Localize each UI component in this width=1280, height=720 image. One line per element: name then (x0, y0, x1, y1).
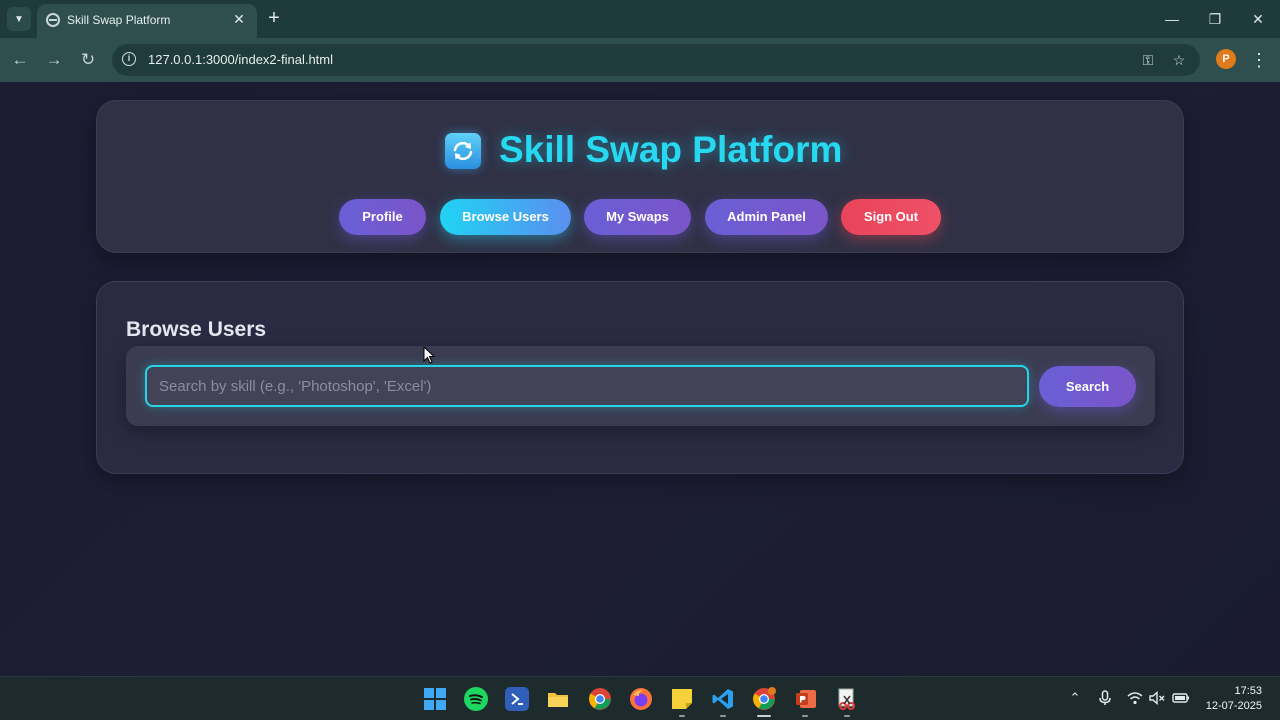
browser-menu-icon[interactable]: ⋮ (1250, 47, 1268, 73)
nav-my-swaps-button[interactable]: My Swaps (584, 199, 691, 235)
spotify-icon[interactable] (464, 687, 488, 711)
section-title: Browse Users (126, 318, 267, 341)
restore-icon[interactable]: ❐ (1201, 6, 1229, 32)
vscode-icon[interactable] (711, 687, 735, 711)
tab-title: Skill Swap Platform (67, 13, 171, 27)
running-app-indicator (802, 715, 808, 717)
address-bar[interactable]: i 127.0.0.1:3000/index2-final.html ⚿ ☆ (112, 44, 1200, 76)
microphone-icon[interactable] (1096, 689, 1114, 707)
taskbar-clock-time[interactable]: 17:53 (1180, 685, 1262, 697)
reload-icon[interactable]: ↻ (75, 47, 101, 73)
close-tab-icon[interactable]: ✕ (229, 9, 249, 29)
nav-browse-users-button[interactable]: Browse Users (440, 199, 571, 235)
close-window-icon[interactable]: ✕ (1244, 6, 1272, 32)
firefox-icon[interactable] (629, 687, 653, 711)
forward-arrow-icon[interactable]: → (41, 47, 67, 73)
powerpoint-icon[interactable] (794, 687, 818, 711)
show-hidden-icons-chevron-icon[interactable]: ⌃ (1066, 689, 1084, 707)
windows-start-icon[interactable] (423, 687, 447, 711)
page-viewport: Skill Swap Platform Profile Browse Users… (0, 82, 1280, 676)
bookmark-star-icon[interactable]: ☆ (1169, 50, 1189, 70)
search-button[interactable]: Search (1039, 366, 1136, 407)
skill-search-input[interactable] (145, 365, 1029, 407)
new-tab-plus-icon[interactable]: + (262, 7, 286, 31)
back-arrow-icon[interactable]: ← (7, 47, 33, 73)
browser-tab[interactable]: Skill Swap Platform ✕ (37, 4, 257, 38)
globe-icon (46, 13, 60, 27)
windows-taskbar: ⌃ 17:53 12-07-2025 (0, 676, 1280, 720)
volume-muted-icon[interactable] (1148, 689, 1166, 707)
taskbar-clock-date[interactable]: 12-07-2025 (1180, 700, 1262, 712)
nav-admin-panel-button[interactable]: Admin Panel (705, 199, 828, 235)
tab-search-chevron-icon[interactable]: ▼ (7, 7, 31, 31)
page-title: Skill Swap Platform (499, 129, 843, 170)
snipping-tool-icon[interactable] (835, 687, 859, 711)
chrome-profile-icon[interactable] (752, 687, 776, 711)
running-app-indicator (720, 715, 726, 717)
minimize-icon[interactable]: — (1158, 6, 1186, 32)
file-explorer-icon[interactable] (546, 687, 570, 711)
powershell-icon[interactable] (505, 687, 529, 711)
browser-tabstrip: ▼ Skill Swap Platform ✕ + — ❐ ✕ (0, 0, 1280, 38)
url-text: 127.0.0.1:3000/index2-final.html (148, 52, 334, 67)
running-app-indicator (844, 715, 850, 717)
profile-avatar[interactable]: P (1216, 49, 1236, 69)
wifi-icon[interactable] (1126, 689, 1144, 707)
site-header: Skill Swap Platform Profile Browse Users… (96, 100, 1184, 253)
running-app-indicator (679, 715, 685, 717)
password-key-icon[interactable]: ⚿ (1138, 50, 1158, 70)
refresh-arrows-icon (445, 133, 481, 169)
search-panel: Search (126, 346, 1155, 426)
mouse-cursor-icon (423, 346, 435, 364)
sticky-notes-icon[interactable] (670, 687, 694, 711)
site-info-icon[interactable]: i (122, 52, 136, 66)
chrome-icon[interactable] (588, 687, 612, 711)
browse-users-card: Browse Users Search (96, 281, 1184, 474)
active-app-indicator (757, 715, 771, 717)
nav-profile-button[interactable]: Profile (339, 199, 426, 235)
browser-toolbar: ← → ↻ i 127.0.0.1:3000/index2-final.html… (0, 38, 1280, 82)
sign-out-button[interactable]: Sign Out (841, 199, 941, 235)
